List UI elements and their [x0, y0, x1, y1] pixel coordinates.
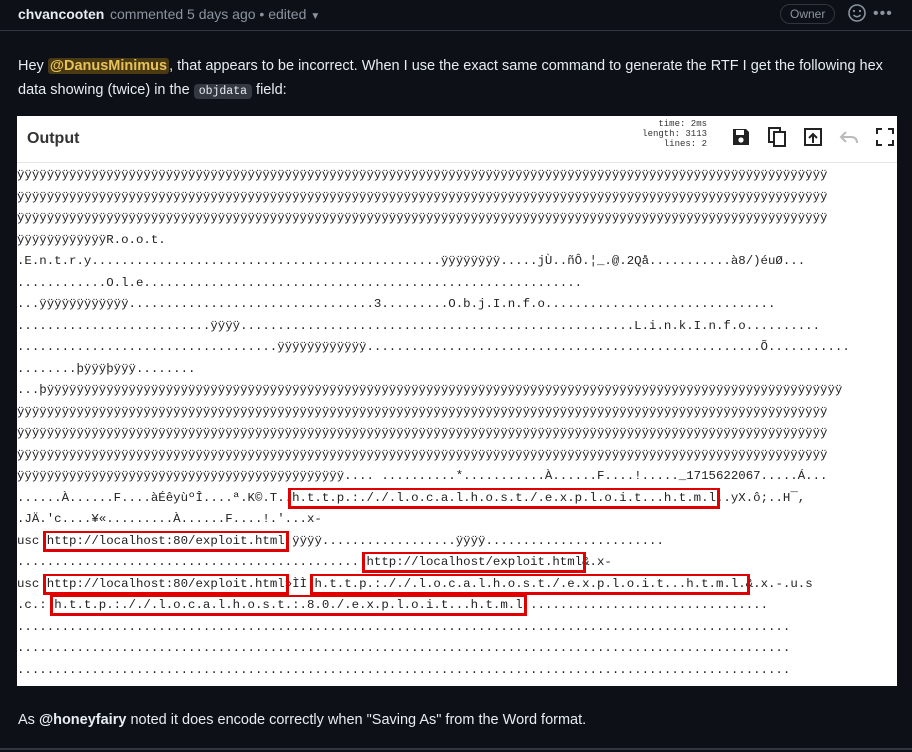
output-segment: ÿÿÿÿÿÿÿÿÿÿÿÿÿÿÿÿÿÿÿÿÿÿÿÿÿÿÿÿÿÿÿÿÿÿÿÿÿÿÿÿ…: [17, 189, 828, 204]
output-segment: .E.n.t.r.y..............................…: [17, 254, 806, 268]
output-stats: time: 2ms length: 3113 lines: 2: [607, 119, 707, 149]
output-text: ÿÿÿÿÿÿÿÿÿÿÿÿÿÿÿÿÿÿÿÿÿÿÿÿÿÿÿÿÿÿÿÿÿÿÿÿÿÿÿÿ…: [17, 165, 897, 686]
stat-time-label: time:: [658, 119, 686, 129]
highlighted-url: h.t.t.p.:././.l.o.c.a.l.h.o.s.t./.e.x.p.…: [288, 487, 720, 509]
stat-lines: lines: 2: [607, 139, 707, 149]
stat-length: length: 3113: [607, 129, 707, 139]
stat-length-label: length:: [642, 129, 680, 139]
output-segment: ........................................…: [17, 619, 791, 634]
output-segment: &.x-: [582, 555, 612, 569]
output-line: .JÄ.'c....¥«.........À......F....!.'...x…: [17, 509, 897, 531]
output-segment: &.x.-.u.s: [745, 576, 813, 591]
output-line: usc http://localhost:80/exploit.html ÿÿÿ…: [17, 530, 897, 553]
output-segment: ...ÿÿÿÿÿÿÿÿÿÿÿÿ.........................…: [17, 297, 776, 311]
output-line: .E.n.t.r.y..............................…: [17, 251, 897, 273]
undo-icon[interactable]: [838, 126, 860, 148]
output-line: ........þÿÿÿþÿÿÿ........: [17, 359, 897, 381]
output-line: ÿÿÿÿÿÿÿÿÿÿÿÿR.o.o.t.: [17, 230, 897, 252]
stat-lines-value: 2: [701, 139, 707, 149]
output-segment: ................................: [522, 598, 769, 612]
intro-prefix: Hey: [18, 58, 48, 74]
comment-body: Hey @DanusMinimus, that appears to be in…: [18, 54, 898, 104]
output-line: ÿÿÿÿÿÿÿÿÿÿÿÿÿÿÿÿÿÿÿÿÿÿÿÿÿÿÿÿÿÿÿÿÿÿÿÿÿÿÿÿ…: [17, 445, 897, 467]
comment-author[interactable]: chvancooten: [18, 6, 104, 22]
output-segment: ........................................…: [17, 684, 790, 686]
output-segment: ÿÿÿÿÿÿÿÿÿÿÿÿR.o.o.t.: [17, 232, 166, 247]
output-segment: .c.:: [17, 598, 55, 612]
stat-lines-label: lines:: [663, 139, 697, 149]
output-segment: ..........................ÿÿÿÿ..........…: [17, 318, 821, 333]
output-line: usc http://localhost:80/exploit.html»ÌÌ.…: [17, 573, 897, 596]
output-segment: ...................................ÿÿÿÿÿ…: [17, 340, 850, 354]
user-mention[interactable]: @DanusMinimus: [47, 58, 170, 74]
highlighted-url: http://localhost/exploit.html: [362, 552, 587, 573]
caret-down-icon[interactable]: ▼: [310, 11, 320, 22]
stat-time: time: 2ms: [607, 119, 707, 129]
output-segment: ........................................…: [17, 555, 367, 569]
output-header: Output time: 2ms length: 3113 lines: 2: [17, 116, 897, 163]
comment-meta[interactable]: commented 5 days ago • edited ▼: [110, 6, 320, 22]
output-panel: Output time: 2ms length: 3113 lines: 2 ÿ…: [17, 116, 897, 686]
output-line: ......À......F....àÉêyùºÎ....ª.K©.T..h.t…: [17, 487, 897, 510]
footer-prefix: As: [18, 712, 39, 728]
output-line: ........................................…: [17, 552, 897, 574]
output-segment: ÿÿÿÿ..................ÿÿÿÿ..............…: [284, 533, 664, 548]
output-line: ÿÿÿÿÿÿÿÿÿÿÿÿÿÿÿÿÿÿÿÿÿÿÿÿÿÿÿÿÿÿÿÿÿÿÿÿÿÿÿÿ…: [17, 402, 897, 424]
output-segment: ...þÿÿÿÿÿÿÿÿÿÿÿÿÿÿÿÿÿÿÿÿÿÿÿÿÿÿÿÿÿÿÿÿÿÿÿÿ…: [17, 383, 843, 397]
user-mention-honeyfairy[interactable]: @honeyfairy: [39, 712, 126, 728]
output-segment: ÿÿÿÿÿÿÿÿÿÿÿÿÿÿÿÿÿÿÿÿÿÿÿÿÿÿÿÿÿÿÿÿÿÿÿÿÿÿÿÿ…: [17, 469, 828, 483]
comment-meta-text: commented 5 days ago • edited: [110, 6, 307, 22]
output-line: ...ÿÿÿÿÿÿÿÿÿÿÿÿ.........................…: [17, 294, 897, 316]
output-line: ........................................…: [17, 638, 897, 660]
save-icon[interactable]: [730, 126, 752, 148]
comment-header: chvancooten commented 5 days ago • edite…: [0, 0, 912, 31]
stat-time-value: 2ms: [690, 119, 707, 129]
output-line: ........................................…: [17, 681, 897, 686]
fullscreen-icon[interactable]: [874, 126, 896, 148]
output-segment: ÿÿÿÿÿÿÿÿÿÿÿÿÿÿÿÿÿÿÿÿÿÿÿÿÿÿÿÿÿÿÿÿÿÿÿÿÿÿÿÿ…: [17, 426, 828, 440]
output-line: ÿÿÿÿÿÿÿÿÿÿÿÿÿÿÿÿÿÿÿÿÿÿÿÿÿÿÿÿÿÿÿÿÿÿÿÿÿÿÿÿ…: [17, 165, 897, 187]
output-line: ÿÿÿÿÿÿÿÿÿÿÿÿÿÿÿÿÿÿÿÿÿÿÿÿÿÿÿÿÿÿÿÿÿÿÿÿÿÿÿÿ…: [17, 423, 897, 445]
output-line: ÿÿÿÿÿÿÿÿÿÿÿÿÿÿÿÿÿÿÿÿÿÿÿÿÿÿÿÿÿÿÿÿÿÿÿÿÿÿÿÿ…: [17, 466, 897, 488]
highlighted-url: http://localhost:80/exploit.html: [42, 530, 289, 552]
output-line: .c.: h.t.t.p.:././.l.o.c.a.l.h.o.s.t.:.8…: [17, 595, 897, 617]
comment-footer: As @honeyfairy noted it does encode corr…: [18, 709, 898, 731]
output-segment: ÿÿÿÿÿÿÿÿÿÿÿÿÿÿÿÿÿÿÿÿÿÿÿÿÿÿÿÿÿÿÿÿÿÿÿÿÿÿÿÿ…: [17, 168, 828, 182]
add-reaction-icon[interactable]: [846, 2, 868, 24]
highlighted-url: h.t.t.p.:././.l.o.c.a.l.h.o.s.t./.e.x.p.…: [310, 573, 750, 595]
output-segment: ÿÿÿÿÿÿÿÿÿÿÿÿÿÿÿÿÿÿÿÿÿÿÿÿÿÿÿÿÿÿÿÿÿÿÿÿÿÿÿÿ…: [17, 404, 828, 419]
inline-code: objdata: [193, 84, 253, 99]
output-segment: ..yX.ô;..H¯,: [715, 490, 806, 505]
output-segment: ÿÿÿÿÿÿÿÿÿÿÿÿÿÿÿÿÿÿÿÿÿÿÿÿÿÿÿÿÿÿÿÿÿÿÿÿÿÿÿÿ…: [17, 447, 828, 462]
footer-text: noted it does encode correctly when "Sav…: [126, 712, 587, 728]
divider: [0, 748, 912, 750]
highlighted-url: h.t.t.p.:././.l.o.c.a.l.h.o.s.t.:.8.0./.…: [50, 595, 527, 616]
output-line: ÿÿÿÿÿÿÿÿÿÿÿÿÿÿÿÿÿÿÿÿÿÿÿÿÿÿÿÿÿÿÿÿÿÿÿÿÿÿÿÿ…: [17, 187, 897, 209]
intro-suffix: field:: [252, 82, 287, 98]
output-title: Output: [27, 130, 80, 147]
owner-badge: Owner: [780, 4, 836, 24]
output-line: ...................................ÿÿÿÿÿ…: [17, 337, 897, 359]
output-line: ...þÿÿÿÿÿÿÿÿÿÿÿÿÿÿÿÿÿÿÿÿÿÿÿÿÿÿÿÿÿÿÿÿÿÿÿÿ…: [17, 380, 897, 402]
output-line: ........................................…: [17, 660, 897, 682]
more-options-icon[interactable]: •••: [873, 5, 893, 23]
output-segment: usc: [17, 533, 47, 548]
output-segment: ÿÿÿÿÿÿÿÿÿÿÿÿÿÿÿÿÿÿÿÿÿÿÿÿÿÿÿÿÿÿÿÿÿÿÿÿÿÿÿÿ…: [17, 211, 828, 225]
output-line: ............O.l.e.......................…: [17, 273, 897, 295]
output-line: ÿÿÿÿÿÿÿÿÿÿÿÿÿÿÿÿÿÿÿÿÿÿÿÿÿÿÿÿÿÿÿÿÿÿÿÿÿÿÿÿ…: [17, 208, 897, 230]
output-segment: usc: [17, 576, 47, 591]
output-segment: ............O.l.e.......................…: [17, 275, 583, 290]
copy-icon[interactable]: [766, 126, 788, 148]
output-segment: ........................................…: [17, 662, 791, 677]
output-segment: »ÌÌ.: [284, 576, 315, 591]
output-segment: ........................................…: [17, 641, 791, 655]
output-segment: .JÄ.'c....¥«.........À......F....!.'...x…: [17, 512, 322, 526]
output-line: ..........................ÿÿÿÿ..........…: [17, 316, 897, 338]
output-segment: ........þÿÿÿþÿÿÿ........: [17, 361, 196, 376]
output-segment: ......À......F....àÉêyùºÎ....ª.K©.T..: [17, 490, 293, 505]
open-in-tab-icon[interactable]: [802, 126, 824, 148]
output-line: ........................................…: [17, 617, 897, 639]
stat-length-value: 3113: [685, 129, 707, 139]
highlighted-url: http://localhost:80/exploit.html: [42, 573, 289, 595]
